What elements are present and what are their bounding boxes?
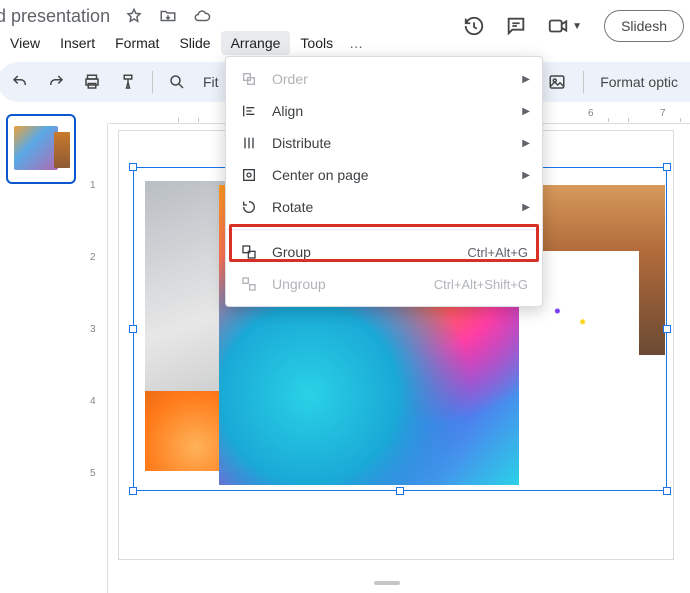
resize-handle-sw[interactable] xyxy=(129,487,137,495)
menu-item-ungroup: Ungroup Ctrl+Alt+Shift+G xyxy=(226,268,542,300)
distribute-icon xyxy=(240,134,258,152)
resize-handle-w[interactable] xyxy=(129,325,137,333)
caret-down-icon: ▼ xyxy=(572,21,582,32)
menu-overflow[interactable]: … xyxy=(343,31,369,55)
menu-item-distribute[interactable]: Distribute ▶ xyxy=(226,127,542,159)
comments-icon[interactable] xyxy=(504,14,528,38)
ruler-tick: 3 xyxy=(90,324,96,335)
doc-title[interactable]: d presentation xyxy=(0,6,110,27)
slide-thumbnail-1[interactable] xyxy=(6,114,76,184)
menu-item-label: Ungroup xyxy=(272,276,326,292)
menu-item-label: Order xyxy=(272,71,308,87)
print-icon[interactable] xyxy=(78,68,106,96)
present-dropdown[interactable]: ▼ xyxy=(546,14,582,38)
menu-format[interactable]: Format xyxy=(105,31,169,55)
menu-item-label: Rotate xyxy=(272,199,313,215)
menu-slide[interactable]: Slide xyxy=(169,31,220,55)
format-options-button[interactable]: Format optic xyxy=(596,74,682,90)
toolbar-separator xyxy=(583,71,584,93)
align-icon xyxy=(240,102,258,120)
ruler-tick: 6 xyxy=(588,108,594,119)
move-folder-icon[interactable] xyxy=(158,6,178,26)
thumbnail-preview xyxy=(54,132,70,168)
menu-item-shortcut: Ctrl+Alt+G xyxy=(467,245,528,260)
ruler-tick: 2 xyxy=(90,252,96,263)
ruler-tick: 1 xyxy=(90,180,96,191)
submenu-arrow-icon: ▶ xyxy=(522,170,530,181)
menu-item-center-on-page[interactable]: Center on page ▶ xyxy=(226,159,542,191)
video-icon xyxy=(546,14,570,38)
paint-format-icon[interactable] xyxy=(114,68,142,96)
center-icon xyxy=(240,166,258,184)
group-icon xyxy=(240,243,258,261)
submenu-arrow-icon: ▶ xyxy=(522,202,530,213)
menu-item-label: Center on page xyxy=(272,167,369,183)
slide-pager-handle[interactable] xyxy=(374,581,400,585)
vertical-ruler: 1 2 3 4 5 xyxy=(84,124,108,593)
ungroup-icon xyxy=(240,275,258,293)
undo-icon[interactable] xyxy=(6,68,34,96)
rotate-icon xyxy=(240,198,258,216)
history-icon[interactable] xyxy=(462,14,486,38)
resize-handle-ne[interactable] xyxy=(663,163,671,171)
resize-handle-e[interactable] xyxy=(663,325,671,333)
thumbnail-preview xyxy=(14,126,58,170)
resize-handle-se[interactable] xyxy=(663,487,671,495)
menu-item-group[interactable]: Group Ctrl+Alt+G xyxy=(226,236,542,268)
insert-image-icon[interactable] xyxy=(543,68,571,96)
submenu-arrow-icon: ▶ xyxy=(522,138,530,149)
star-icon[interactable] xyxy=(124,6,144,26)
arrange-menu: Order ▶ Align ▶ Distribute ▶ Center on p… xyxy=(225,56,543,307)
menu-tools[interactable]: Tools xyxy=(290,31,343,55)
ruler-tick: 7 xyxy=(660,108,666,119)
title-right-controls: ▼ Slidesh xyxy=(462,10,684,42)
submenu-arrow-icon: ▶ xyxy=(522,74,530,85)
menu-item-shortcut: Ctrl+Alt+Shift+G xyxy=(434,277,528,292)
menu-item-label: Group xyxy=(272,244,311,260)
menu-item-label: Align xyxy=(272,103,303,119)
menu-view[interactable]: View xyxy=(0,31,50,55)
ruler-tick: 4 xyxy=(90,396,96,407)
cloud-status-icon[interactable] xyxy=(192,6,212,26)
resize-handle-s[interactable] xyxy=(396,487,404,495)
menu-separator xyxy=(226,229,542,230)
menu-item-order[interactable]: Order ▶ xyxy=(226,63,542,95)
toolbar-separator xyxy=(152,71,153,93)
ruler-tick: 5 xyxy=(90,468,96,479)
menu-insert[interactable]: Insert xyxy=(50,31,105,55)
redo-icon[interactable] xyxy=(42,68,70,96)
resize-handle-nw[interactable] xyxy=(129,163,137,171)
zoom-icon[interactable] xyxy=(163,68,191,96)
slideshow-button[interactable]: Slidesh xyxy=(604,10,684,42)
menu-item-align[interactable]: Align ▶ xyxy=(226,95,542,127)
menu-item-rotate[interactable]: Rotate ▶ xyxy=(226,191,542,223)
menu-item-label: Distribute xyxy=(272,135,331,151)
slide-thumbnails-panel xyxy=(0,104,84,593)
order-icon xyxy=(240,70,258,88)
zoom-label[interactable]: Fit xyxy=(199,74,223,90)
menu-arrange[interactable]: Arrange xyxy=(221,31,291,55)
submenu-arrow-icon: ▶ xyxy=(522,106,530,117)
